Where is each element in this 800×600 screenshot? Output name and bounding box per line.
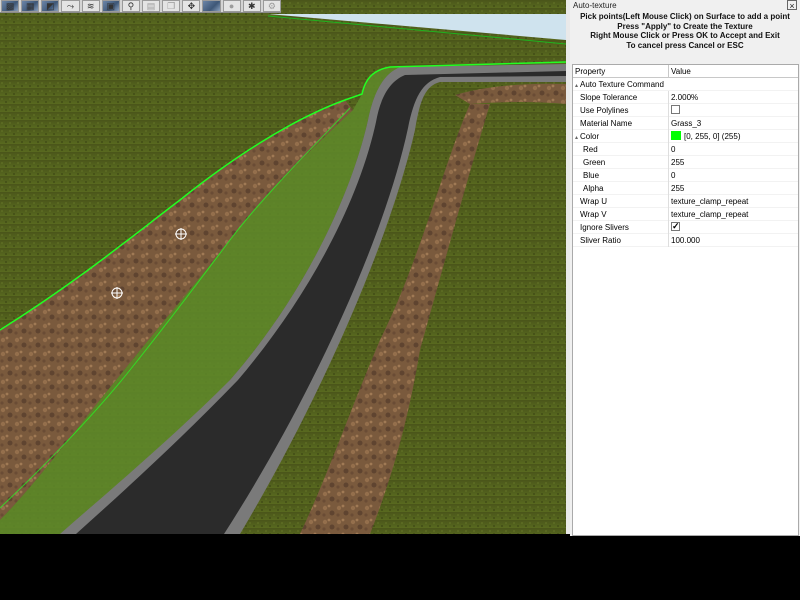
category-label: Auto Texture Command (580, 80, 664, 89)
prop-row-material-name[interactable]: Material Name Grass_3 (573, 117, 798, 130)
terrain-icon[interactable]: ▩ (1, 0, 20, 12)
prop-row-wrap-v[interactable]: Wrap V texture_clamp_repeat (573, 208, 798, 221)
prop-row-red[interactable]: Red 0 (573, 143, 798, 156)
collapse-icon[interactable]: ▴ (575, 83, 578, 89)
record-icon[interactable]: ● (222, 0, 241, 12)
prop-label: Blue (583, 171, 600, 180)
prop-row-wrap-u[interactable]: Wrap U texture_clamp_repeat (573, 195, 798, 208)
ignore-slivers-checkbox[interactable]: ✓ (671, 222, 680, 232)
settings-icon[interactable]: ⚙ (262, 0, 281, 12)
prop-label: Wrap U (580, 197, 607, 206)
instruction-line: Right Mouse Click or Press OK to Accept … (590, 31, 780, 40)
instruction-line: Pick points(Left Mouse Click) on Surface… (580, 12, 790, 21)
grid-header: Property Value (573, 65, 798, 78)
prop-row-blue[interactable]: Blue 0 (573, 169, 798, 182)
prop-row-sliver-ratio[interactable]: Sliver Ratio 100.000 (573, 234, 798, 247)
prop-row-slope-tolerance[interactable]: Slope Tolerance 2.000% (573, 91, 798, 104)
prop-row-alpha[interactable]: Alpha 255 (573, 182, 798, 195)
slope-tolerance-field[interactable]: 2.000% (668, 91, 798, 104)
texture-icon[interactable]: ▦ (21, 0, 40, 12)
asterisk-icon[interactable]: ✱ (242, 0, 261, 12)
zoom-icon[interactable]: ⚲ (121, 0, 140, 12)
instructions: Pick points(Left Mouse Click) on Surface… (570, 12, 800, 50)
alpha-field[interactable]: 255 (668, 182, 798, 195)
color-swatch[interactable] (671, 131, 681, 141)
prop-label: Wrap V (580, 210, 607, 219)
toolbar: ▩ ▦ ◩ ⤳ ≋ ▣ ⚲ ▤ ❐ ✥ ● ✱ ⚙ (0, 0, 281, 13)
prop-label: Sliver Ratio (580, 236, 621, 245)
prop-row-use-polylines[interactable]: Use Polylines (573, 104, 798, 117)
empty-area (0, 536, 800, 600)
color-field[interactable]: [0, 255, 0] (255) (684, 132, 740, 141)
sliver-ratio-field[interactable]: 100.000 (668, 234, 798, 247)
prop-label: Use Polylines (580, 106, 629, 115)
terrain-scene[interactable] (0, 0, 566, 534)
3d-viewport[interactable]: ▩ ▦ ◩ ⤳ ≋ ▣ ⚲ ▤ ❐ ✥ ● ✱ ⚙ (0, 0, 566, 534)
prop-label: Slope Tolerance (580, 93, 638, 102)
red-field[interactable]: 0 (668, 143, 798, 156)
prop-label: Material Name (580, 119, 633, 128)
prop-label: Red (583, 145, 598, 154)
prop-row-ignore-slivers[interactable]: Ignore Slivers ✓ (573, 221, 798, 234)
prop-label: Alpha (583, 184, 604, 193)
sky-icon[interactable] (202, 0, 221, 12)
blue-field[interactable]: 0 (668, 169, 798, 182)
property-grid: Property Value ▴ Auto Texture Command Slo… (572, 64, 799, 536)
wrap-u-field[interactable]: texture_clamp_repeat (668, 195, 798, 208)
path-icon[interactable]: ⤳ (61, 0, 80, 12)
move-icon[interactable]: ✥ (182, 0, 201, 12)
object-icon[interactable]: ▣ (101, 0, 120, 12)
category-row[interactable]: ▴ Auto Texture Command (573, 78, 798, 91)
use-polylines-checkbox[interactable] (671, 105, 680, 115)
paste-icon[interactable]: ▤ (141, 0, 161, 12)
green-field[interactable]: 255 (668, 156, 798, 169)
road-icon[interactable]: ≋ (81, 0, 100, 12)
auto-texture-panel: Auto-texture × Pick points(Left Mouse Cl… (570, 0, 800, 536)
copy-icon[interactable]: ❐ (162, 0, 181, 12)
panel-title: Auto-texture (573, 1, 617, 10)
prop-row-color[interactable]: ▴ Color [0, 255, 0] (255) (573, 130, 798, 143)
prop-label: Color (580, 132, 600, 141)
prop-row-green[interactable]: Green 255 (573, 156, 798, 169)
close-icon[interactable]: × (787, 0, 797, 11)
header-property: Property (575, 67, 606, 76)
mesh-icon[interactable]: ◩ (41, 0, 60, 12)
prop-label: Ignore Slivers (580, 223, 629, 232)
header-value: Value (668, 65, 798, 78)
instruction-line: To cancel press Cancel or ESC (626, 40, 744, 50)
instruction-line: Press "Apply" to Create the Texture (617, 21, 753, 31)
material-name-field[interactable]: Grass_3 (668, 117, 798, 130)
collapse-icon[interactable]: ▴ (575, 135, 578, 141)
wrap-v-field[interactable]: texture_clamp_repeat (668, 208, 798, 221)
prop-label: Green (583, 158, 606, 167)
